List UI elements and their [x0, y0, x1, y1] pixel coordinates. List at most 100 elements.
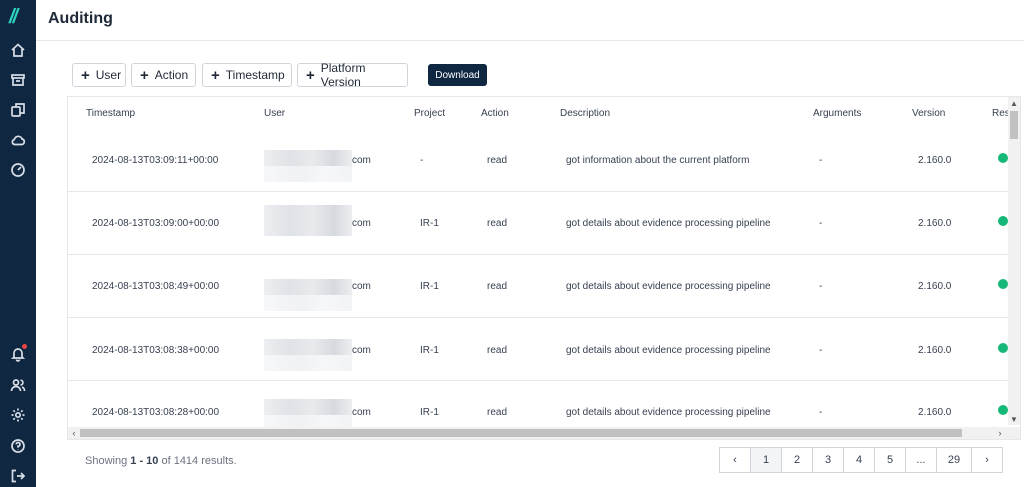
scroll-up-icon[interactable]: ▲: [1008, 97, 1020, 109]
page-button-2[interactable]: 2: [781, 447, 813, 473]
cell-timestamp: 2024-08-13T03:08:49+00:00: [92, 281, 220, 292]
cell-project: IR-1: [420, 345, 439, 356]
plus-icon: +: [81, 66, 90, 84]
audit-table: Timestamp User Project Action Descriptio…: [67, 96, 1021, 440]
add-platform-version-filter-button[interactable]: + Platform Version: [297, 61, 408, 89]
scroll-left-icon[interactable]: ‹: [68, 427, 80, 439]
cell-description: got details about evidence processing pi…: [566, 218, 771, 229]
cell-project: IR-1: [420, 218, 439, 229]
cell-description: got details about evidence processing pi…: [566, 407, 771, 418]
cell-version: 2.160.0: [918, 407, 952, 418]
redacted-user: [264, 295, 352, 311]
column-header-timestamp[interactable]: Timestamp: [86, 108, 135, 119]
cell-timestamp: 2024-08-13T03:08:38+00:00: [92, 345, 220, 356]
page-button-5[interactable]: 5: [874, 447, 906, 473]
cell-arguments: -: [819, 407, 823, 418]
plus-icon: +: [306, 66, 315, 84]
settings-icon[interactable]: [8, 405, 28, 425]
status-success-icon: [998, 343, 1008, 353]
cell-user-suffix: com: [352, 345, 371, 356]
vertical-scrollbar[interactable]: ▲ ▼: [1008, 97, 1020, 425]
column-header-version[interactable]: Version: [912, 108, 945, 119]
cell-user-suffix: com: [352, 218, 371, 229]
cell-timestamp: 2024-08-13T03:09:00+00:00: [92, 218, 220, 229]
vertical-scroll-thumb[interactable]: [1010, 111, 1018, 139]
results-summary: Showing 1 - 10 of 1414 results.: [85, 455, 237, 467]
redacted-user: [264, 355, 352, 371]
archive-icon[interactable]: [8, 70, 28, 90]
table-row[interactable]: 2024-08-13T03:09:11+00:00 com - read got…: [68, 129, 1008, 192]
column-header-description[interactable]: Description: [560, 108, 610, 119]
filter-label: User: [95, 68, 122, 82]
redacted-user: [264, 166, 352, 182]
table-row[interactable]: 2024-08-13T03:08:49+00:00 com IR-1 read …: [68, 255, 1008, 318]
column-header-user[interactable]: User: [264, 108, 285, 119]
column-header-action[interactable]: Action: [481, 108, 509, 119]
cell-project: -: [420, 155, 424, 166]
table-row[interactable]: 2024-08-13T03:08:38+00:00 com IR-1 read …: [68, 318, 1008, 381]
auditing-app: // Auditing + User + Action + Timestamp …: [0, 0, 1024, 487]
notification-dot: [22, 344, 27, 349]
page-button-4[interactable]: 4: [843, 447, 875, 473]
next-page-button[interactable]: ›: [971, 447, 1003, 473]
redacted-user: [264, 150, 352, 166]
status-success-icon: [998, 216, 1008, 226]
prev-page-button[interactable]: ‹: [719, 447, 751, 473]
help-icon[interactable]: [8, 436, 28, 456]
cell-user-suffix: com: [352, 407, 371, 418]
download-button[interactable]: Download: [428, 64, 487, 86]
table-row[interactable]: 2024-08-13T03:09:00+00:00 com IR-1 read …: [68, 192, 1008, 255]
add-action-filter-button[interactable]: + Action: [131, 63, 196, 87]
redacted-user: [264, 399, 352, 415]
cell-description: got information about the current platfo…: [566, 155, 750, 166]
cell-action: read: [487, 218, 508, 229]
plus-icon: +: [140, 66, 149, 84]
app-logo[interactable]: //: [9, 6, 29, 28]
horizontal-scroll-thumb[interactable]: [80, 429, 962, 437]
redacted-user: [264, 339, 352, 355]
showing-range: 1 - 10: [130, 455, 159, 467]
scroll-down-icon[interactable]: ▼: [1008, 413, 1020, 425]
cell-action: read: [487, 155, 508, 166]
page-ellipsis: ...: [905, 447, 937, 473]
cell-arguments: -: [819, 345, 823, 356]
sidebar: //: [0, 0, 36, 487]
showing-prefix: Showing: [85, 455, 128, 467]
horizontal-scrollbar[interactable]: ‹ ›: [68, 427, 1020, 439]
cell-arguments: -: [819, 218, 823, 229]
cell-action: read: [487, 407, 508, 418]
showing-suffix: of 1414 results.: [161, 455, 237, 467]
cloud-icon[interactable]: [8, 130, 28, 150]
filter-label: Action: [154, 68, 189, 82]
status-success-icon: [998, 153, 1008, 163]
column-header-project[interactable]: Project: [414, 108, 445, 119]
status-success-icon: [998, 279, 1008, 289]
column-header-arguments[interactable]: Arguments: [813, 108, 861, 119]
cell-version: 2.160.0: [918, 345, 952, 356]
copy-icon[interactable]: [8, 100, 28, 120]
add-timestamp-filter-button[interactable]: + Timestamp: [202, 63, 292, 87]
cell-version: 2.160.0: [918, 155, 952, 166]
add-user-filter-button[interactable]: + User: [72, 63, 126, 87]
cell-timestamp: 2024-08-13T03:08:28+00:00: [92, 407, 220, 418]
logout-icon[interactable]: [8, 466, 28, 486]
pagination: ‹ 1 2 3 4 5 ... 29 ›: [719, 447, 1003, 473]
page-button-3[interactable]: 3: [812, 447, 844, 473]
table-header: Timestamp User Project Action Descriptio…: [68, 97, 1010, 129]
filter-label: Timestamp: [225, 68, 285, 82]
redacted-user: [264, 220, 352, 236]
cell-arguments: -: [819, 281, 823, 292]
cell-description: got details about evidence processing pi…: [566, 281, 771, 292]
gauge-icon[interactable]: [8, 160, 28, 180]
scroll-right-icon[interactable]: ›: [994, 427, 1006, 439]
cell-version: 2.160.0: [918, 218, 952, 229]
page-button-29[interactable]: 29: [936, 447, 972, 473]
cell-user-suffix: com: [352, 281, 371, 292]
page-button-1[interactable]: 1: [750, 447, 782, 473]
cell-action: read: [487, 345, 508, 356]
filter-label: Platform Version: [320, 61, 366, 89]
users-icon[interactable]: [8, 375, 28, 395]
bell-icon[interactable]: [8, 344, 28, 364]
home-icon[interactable]: [8, 40, 28, 60]
cell-project: IR-1: [420, 281, 439, 292]
